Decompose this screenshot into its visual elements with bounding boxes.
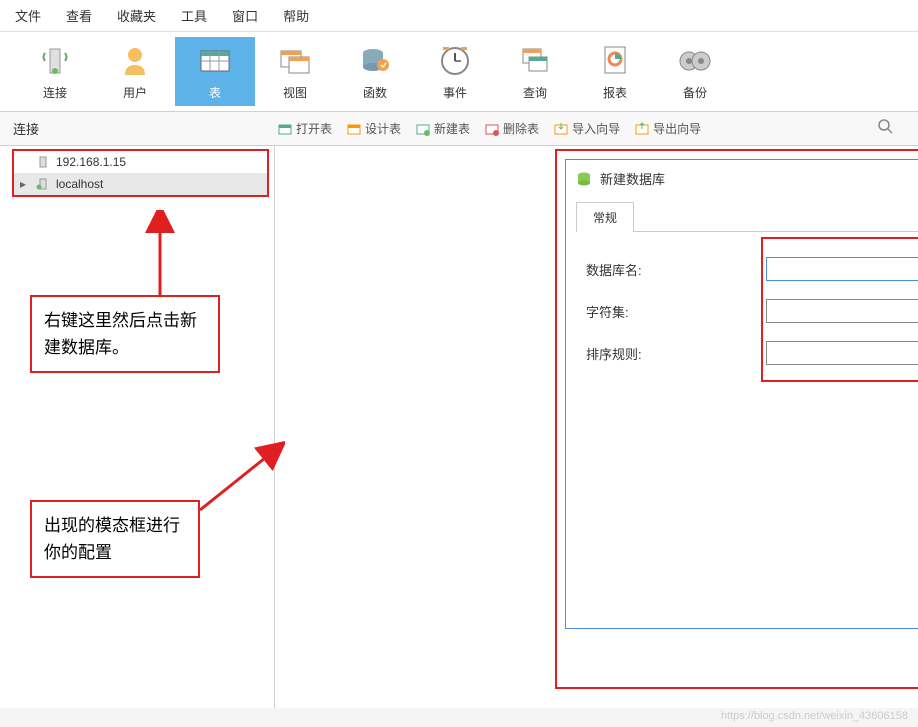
main-toolbar: 连接 用户 表 视图 函数 事件 查询 报表 备份 <box>0 32 918 112</box>
import-icon <box>554 122 568 136</box>
menu-tools[interactable]: 工具 <box>181 6 207 25</box>
watermark: https://blog.csdn.net/weixin_43606158 <box>721 710 908 722</box>
sidebar: 192.168.1.15 ▸ localhost <box>0 146 275 708</box>
collation-select[interactable] <box>766 341 918 365</box>
connect-label: 连接 <box>43 84 67 101</box>
new-database-dialog: 新建数据库 ✕ 常规 数据库名: 字符集: <box>565 159 918 629</box>
tool-query[interactable]: 查询 <box>495 37 575 106</box>
db-name-input[interactable] <box>766 257 918 281</box>
open-table-action[interactable]: 打开表 <box>278 120 332 137</box>
dialog-title: 新建数据库 <box>600 169 918 188</box>
connection-label: 连接 <box>8 119 278 138</box>
menubar: 文件 查看 收藏夹 工具 窗口 帮助 <box>0 0 918 32</box>
db-name-label: 数据库名: <box>586 260 766 279</box>
menu-window[interactable]: 窗口 <box>232 6 258 25</box>
sub-toolbar: 连接 打开表 设计表 新建表 删除表 导入向导 导出向导 <box>0 112 918 146</box>
localhost-label: localhost <box>56 177 103 191</box>
tool-event[interactable]: 事件 <box>415 37 495 106</box>
arrow-1 <box>140 210 180 300</box>
tree-item-server1[interactable]: 192.168.1.15 <box>14 151 267 173</box>
function-icon <box>355 42 395 80</box>
dialog-highlight-box: 新建数据库 ✕ 常规 数据库名: 字符集: <box>555 149 918 689</box>
table-icon <box>195 42 235 80</box>
report-icon <box>595 42 635 80</box>
server1-label: 192.168.1.15 <box>56 155 126 169</box>
charset-select[interactable] <box>766 299 918 323</box>
tool-backup[interactable]: 备份 <box>655 37 735 106</box>
query-label: 查询 <box>523 84 547 101</box>
arrow-2 <box>195 440 285 520</box>
server-icon <box>36 155 50 169</box>
annotation-1: 右键这里然后点击新建数据库。 <box>30 295 220 373</box>
expand-icon[interactable]: ▸ <box>20 177 30 191</box>
open-table-icon <box>278 122 292 136</box>
connect-icon <box>35 42 75 80</box>
menu-file[interactable]: 文件 <box>15 6 41 25</box>
view-icon <box>275 42 315 80</box>
event-label: 事件 <box>443 84 467 101</box>
backup-icon <box>675 42 715 80</box>
dialog-titlebar: 新建数据库 ✕ <box>566 160 918 197</box>
user-icon <box>115 42 155 80</box>
menu-favorites[interactable]: 收藏夹 <box>117 6 156 25</box>
menu-view[interactable]: 查看 <box>66 6 92 25</box>
search-icon[interactable] <box>877 118 895 139</box>
user-label: 用户 <box>123 84 147 101</box>
new-table-icon <box>416 122 430 136</box>
tool-table[interactable]: 表 <box>175 37 255 106</box>
report-label: 报表 <box>603 84 627 101</box>
function-label: 函数 <box>363 84 387 101</box>
design-table-icon <box>347 122 361 136</box>
menu-help[interactable]: 帮助 <box>283 6 309 25</box>
server-active-icon <box>36 177 50 191</box>
import-wizard-action[interactable]: 导入向导 <box>554 120 620 137</box>
tool-connect[interactable]: 连接 <box>15 37 95 106</box>
tool-user[interactable]: 用户 <box>95 37 175 106</box>
delete-table-icon <box>485 122 499 136</box>
tool-function[interactable]: 函数 <box>335 37 415 106</box>
collation-label: 排序规则: <box>586 344 766 363</box>
export-icon <box>635 122 649 136</box>
main-area: 192.168.1.15 ▸ localhost 新建数据库 ✕ 常规 <box>0 146 918 708</box>
delete-table-action[interactable]: 删除表 <box>485 120 539 137</box>
view-label: 视图 <box>283 84 307 101</box>
design-table-action[interactable]: 设计表 <box>347 120 401 137</box>
export-wizard-action[interactable]: 导出向导 <box>635 120 701 137</box>
table-label: 表 <box>209 84 221 101</box>
tool-view[interactable]: 视图 <box>255 37 335 106</box>
query-icon <box>515 42 555 80</box>
backup-label: 备份 <box>683 84 707 101</box>
tree-item-localhost[interactable]: ▸ localhost <box>14 173 267 195</box>
tool-report[interactable]: 报表 <box>575 37 655 106</box>
tab-general[interactable]: 常规 <box>576 202 634 232</box>
connection-tree-highlight: 192.168.1.15 ▸ localhost <box>12 149 269 197</box>
dialog-tabs: 常规 <box>576 202 918 232</box>
database-icon <box>576 171 592 187</box>
new-table-action[interactable]: 新建表 <box>416 120 470 137</box>
dialog-form: 数据库名: 字符集: 排序规则: <box>566 232 918 408</box>
event-icon <box>435 42 475 80</box>
annotation-2: 出现的模态框进行你的配置 <box>30 500 200 578</box>
charset-label: 字符集: <box>586 302 766 321</box>
